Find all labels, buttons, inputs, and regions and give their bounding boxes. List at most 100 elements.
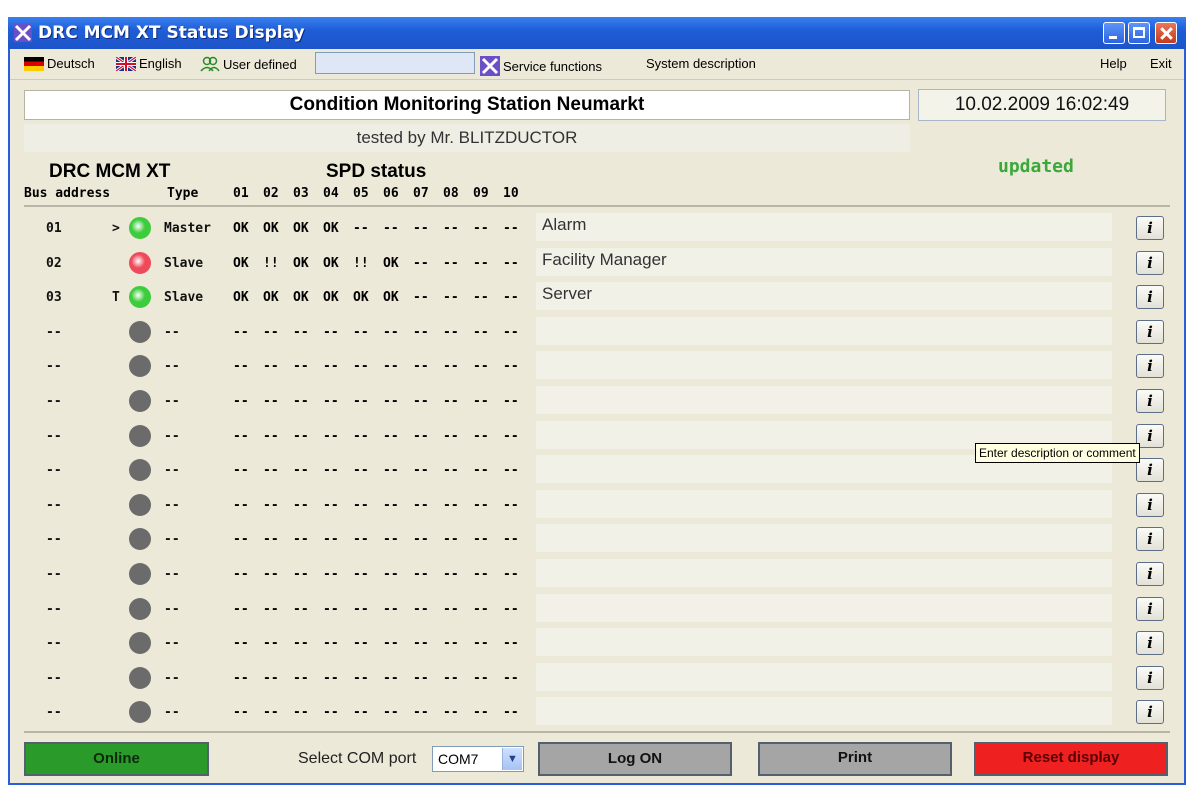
spd-status-cell: -- [323, 394, 339, 409]
spd-status-cell: -- [383, 463, 399, 479]
spd-status-cell: -- [503, 428, 519, 444]
menu-item-deutsch[interactable]: Deutsch [24, 56, 95, 71]
status-led-icon [129, 459, 151, 482]
info-button[interactable]: i [1136, 389, 1164, 413]
spd-status-cell: -- [263, 324, 279, 340]
info-button[interactable]: i [1136, 285, 1164, 310]
close-button[interactable] [1155, 22, 1177, 44]
spd-status-cell: -- [293, 567, 309, 582]
station-name: Condition Monitoring Station Neumarkt [24, 90, 910, 120]
menu-item-system-description[interactable]: System description [646, 56, 756, 71]
spd-status-cell: -- [293, 532, 309, 548]
description-field[interactable] [536, 351, 1112, 380]
spd-status-cell: -- [263, 670, 279, 686]
device-type: -- [164, 705, 180, 721]
info-button[interactable]: i [1136, 562, 1164, 586]
info-button[interactable]: i [1136, 631, 1164, 656]
reset-display-button[interactable]: Reset display [974, 742, 1168, 776]
row-marker: > [112, 221, 120, 236]
print-button[interactable]: Print [758, 742, 952, 776]
info-button[interactable]: i [1136, 596, 1164, 621]
status-led-icon [129, 355, 151, 378]
spd-status-cell: -- [473, 324, 489, 340]
menu-item-service-functions[interactable]: Service functions [480, 56, 602, 76]
description-field[interactable]: Alarm [536, 213, 1112, 241]
description-field[interactable] [536, 697, 1112, 726]
maximize-button[interactable] [1128, 22, 1150, 44]
spd-status-cell: -- [383, 359, 399, 375]
status-led-icon [129, 597, 151, 620]
spd-status-cell: -- [443, 359, 459, 375]
spd-status-cell: -- [503, 463, 519, 479]
table-row: -- -- -- -- -- -- -- -- -- -- -- -- i [0, 349, 1200, 383]
bus-address: -- [46, 601, 62, 617]
device-type: -- [164, 532, 180, 548]
column-header-spd: 05 [353, 186, 369, 201]
bus-address: 01 [46, 221, 62, 236]
menu-item-user-defined[interactable]: User defined [200, 56, 297, 72]
spd-status-cell: -- [503, 636, 519, 652]
spd-status-cell: -- [413, 359, 429, 375]
description-field[interactable] [536, 489, 1112, 518]
row-marker: T [112, 290, 120, 306]
info-button[interactable]: i [1136, 458, 1164, 483]
spd-status-cell: -- [323, 359, 339, 375]
description-field[interactable] [536, 524, 1112, 553]
spd-status-cell: -- [383, 636, 399, 652]
spd-status-cell: OK [323, 221, 339, 236]
menu-item-english[interactable]: English [116, 56, 182, 71]
description-field[interactable]: Server [536, 282, 1112, 311]
minimize-button[interactable] [1103, 22, 1125, 44]
menu-input-field[interactable] [315, 52, 475, 74]
description-field[interactable] [536, 386, 1112, 414]
spd-status-cell: !! [263, 255, 279, 271]
info-button[interactable]: i [1136, 216, 1164, 240]
description-field[interactable] [536, 662, 1112, 691]
spd-status-cell: -- [353, 601, 369, 617]
status-led-icon [129, 286, 151, 309]
description-field[interactable] [536, 559, 1112, 587]
spd-status-cell: -- [293, 497, 309, 513]
spd-status-cell: -- [443, 428, 459, 444]
menu-item-help[interactable]: Help [1100, 56, 1127, 71]
spd-status-cell: -- [353, 428, 369, 444]
spd-status-cell: -- [503, 394, 519, 409]
table-row: -- -- -- -- -- -- -- -- -- -- -- -- i [0, 626, 1200, 660]
description-field[interactable]: Facility Manager [536, 247, 1112, 276]
info-button[interactable]: i [1136, 492, 1164, 517]
log-on-button[interactable]: Log ON [538, 742, 732, 776]
spd-status-cell: -- [353, 705, 369, 721]
column-header-spd: 04 [323, 186, 339, 201]
spd-status-cell: -- [413, 670, 429, 686]
status-led-icon [129, 528, 151, 551]
description-field[interactable] [536, 628, 1112, 657]
title-bar[interactable]: DRC MCM XT Status Display [8, 17, 1186, 49]
info-button[interactable]: i [1136, 319, 1164, 344]
info-button[interactable]: i [1136, 665, 1164, 690]
info-button[interactable]: i [1136, 423, 1164, 448]
device-type: -- [164, 463, 180, 479]
table-row: 03 T Slave OK OK OK OK OK OK -- -- -- -- Server i [0, 280, 1200, 314]
spd-status-cell: -- [443, 324, 459, 340]
spd-status-cell: -- [383, 221, 399, 236]
description-field[interactable] [536, 316, 1112, 345]
spd-status-cell: -- [443, 567, 459, 582]
com-port-select[interactable]: COM7 ▼ [432, 746, 524, 772]
spd-status-cell: -- [473, 290, 489, 306]
menu-item-exit[interactable]: Exit [1150, 56, 1172, 71]
users-icon [200, 56, 220, 72]
description-field[interactable] [536, 593, 1112, 622]
spd-status-cell: OK [383, 290, 399, 306]
info-button[interactable]: i [1136, 354, 1164, 379]
info-button[interactable]: i [1136, 527, 1164, 552]
online-button[interactable]: Online [24, 742, 209, 776]
chevron-down-icon[interactable]: ▼ [502, 748, 522, 770]
info-button[interactable]: i [1136, 250, 1164, 275]
spd-status-cell: -- [293, 428, 309, 444]
spd-status-cell: -- [263, 394, 279, 409]
bus-address: -- [46, 394, 62, 409]
spd-status-cell: -- [473, 567, 489, 582]
info-button[interactable]: i [1136, 700, 1164, 725]
spd-status-cell: -- [383, 532, 399, 548]
column-header-spd: 03 [293, 186, 309, 201]
